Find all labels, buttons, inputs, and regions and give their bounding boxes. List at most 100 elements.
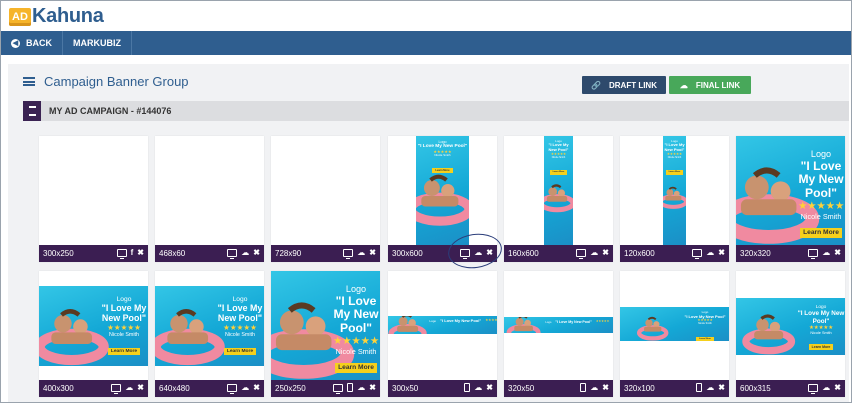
banner-toolbar: 640x480 ☁ ✖ — [155, 380, 264, 397]
monitor-icon[interactable] — [111, 383, 122, 394]
banner-thumbnail[interactable]: Logo"I Love My New Pool"★★★★★Nicole Smit… — [155, 271, 264, 380]
ad-copy: Logo"I Love My New Pool"★★★★★Nicole Smit… — [545, 319, 613, 325]
ad-cta[interactable]: Learn More — [107, 347, 141, 356]
phone-icon[interactable] — [464, 383, 471, 392]
monitor-icon[interactable] — [116, 248, 127, 259]
monitor-icon[interactable] — [460, 248, 471, 259]
monitor-icon[interactable] — [227, 248, 238, 259]
close-icon[interactable]: ✖ — [834, 383, 841, 392]
ad-creative-preview[interactable]: Logo"I Love My New Pool"★★★★★Nicole Smit… — [504, 317, 613, 333]
close-icon[interactable]: ✖ — [602, 383, 609, 392]
close-icon[interactable]: ✖ — [602, 248, 609, 257]
cloud-download-icon[interactable]: ☁ — [822, 248, 830, 257]
ad-cta[interactable]: Learn More — [335, 363, 377, 374]
markubiz-link[interactable]: MARKUBIZ — [63, 31, 132, 55]
banner-thumbnail[interactable]: Logo"I Love My New Pool"★★★★★Nicole Smit… — [620, 136, 729, 245]
ad-creative-preview[interactable]: Logo"I Love My New Pool"★★★★★Nicole Smit… — [620, 307, 729, 341]
ad-creative-preview[interactable]: Logo"I Love My New Pool"★★★★★Nicole Smit… — [155, 286, 264, 366]
banner-thumbnail[interactable] — [155, 136, 264, 245]
cloud-download-icon[interactable]: ☁ — [590, 248, 598, 257]
cloud-download-icon[interactable]: ☁ — [822, 383, 830, 392]
close-icon[interactable]: ✖ — [369, 248, 376, 257]
close-icon[interactable]: ✖ — [834, 248, 841, 257]
ad-creative-preview[interactable]: Logo"I Love My New Pool"★★★★★Nicole Smit… — [39, 286, 148, 366]
close-icon[interactable]: ✖ — [253, 248, 260, 257]
banner-actions: ☁ ✖ — [692, 248, 725, 259]
cloud-download-icon[interactable]: ☁ — [474, 383, 482, 392]
ad-creative-preview[interactable]: Logo"I Love My New Pool"★★★★★Nicole Smit… — [271, 271, 380, 380]
banner-thumbnail[interactable]: Logo"I Love My New Pool"★★★★★Nicole Smit… — [504, 271, 613, 380]
back-button[interactable]: ◀ BACK — [1, 31, 63, 55]
ad-cta[interactable]: Learn More — [223, 347, 257, 356]
ad-attribution: Nicole Smith — [225, 332, 255, 339]
cloud-download-icon[interactable]: ☁ — [706, 248, 714, 257]
draft-link-button[interactable]: 🔗 DRAFT LINK — [582, 76, 666, 94]
ad-creative-preview[interactable]: Logo"I Love My New Pool"★★★★★Nicole Smit… — [388, 316, 497, 334]
cloud-download-icon[interactable]: ☁ — [706, 383, 714, 392]
monitor-icon[interactable] — [227, 383, 238, 394]
ad-logo: Logo — [545, 320, 552, 324]
ad-copy: Logo"I Love My New Pool"★★★★★Nicole Smit… — [429, 318, 497, 325]
phone-icon[interactable] — [580, 383, 587, 392]
facebook-icon[interactable]: f — [131, 248, 134, 257]
ad-creative-preview[interactable]: Logo"I Love My New Pool"★★★★★Nicole Smit… — [416, 136, 469, 245]
close-icon[interactable]: ✖ — [137, 248, 144, 257]
close-icon[interactable]: ✖ — [369, 383, 376, 392]
banner-thumbnail[interactable]: Logo"I Love My New Pool"★★★★★Nicole Smit… — [736, 136, 845, 245]
banner-thumbnail[interactable]: Logo"I Love My New Pool"★★★★★Nicole Smit… — [39, 271, 148, 380]
banner-thumbnail[interactable]: Logo"I Love My New Pool"★★★★★Nicole Smit… — [620, 271, 729, 380]
close-icon[interactable]: ✖ — [253, 383, 260, 392]
phone-icon[interactable] — [696, 383, 703, 392]
banner-actions: ☁ ✖ — [460, 248, 493, 259]
cloud-download-icon[interactable]: ☁ — [125, 383, 133, 392]
ad-creative-preview[interactable]: Logo"I Love My New Pool"★★★★★Nicole Smit… — [544, 136, 573, 245]
banner-thumbnail[interactable]: Logo"I Love My New Pool"★★★★★Nicole Smit… — [388, 271, 497, 380]
menu-icon[interactable] — [23, 101, 41, 121]
ad-cta[interactable]: Learn More — [665, 170, 684, 175]
banner-toolbar: 250x250 ☁ ✖ — [271, 380, 380, 397]
monitor-icon[interactable] — [808, 248, 819, 259]
ad-logo: Logo — [116, 295, 132, 303]
close-icon[interactable]: ✖ — [486, 248, 493, 257]
banner-actions: ☁ ✖ — [111, 383, 144, 394]
ad-cta[interactable]: Learn More — [432, 167, 453, 173]
ad-attribution: Nicole Smith — [335, 347, 377, 357]
cloud-download-icon[interactable]: ☁ — [590, 383, 598, 392]
banner-thumbnail[interactable]: Logo"I Love My New Pool"★★★★★Nicole Smit… — [271, 271, 380, 380]
cloud-download-icon[interactable]: ☁ — [357, 248, 365, 257]
phone-icon[interactable] — [347, 383, 354, 392]
ad-cta[interactable]: Learn More — [549, 170, 568, 175]
ad-creative-preview[interactable]: Logo"I Love My New Pool"★★★★★Nicole Smit… — [736, 136, 845, 245]
cloud-download-icon[interactable]: ☁ — [241, 248, 249, 257]
ad-logo: Logo — [810, 149, 832, 160]
cloud-download-icon[interactable]: ☁ — [357, 383, 365, 392]
cloud-download-icon[interactable]: ☁ — [474, 248, 482, 257]
banner-thumbnail[interactable] — [271, 136, 380, 245]
banner-thumbnail[interactable]: Logo"I Love My New Pool"★★★★★Nicole Smit… — [388, 136, 497, 245]
banner-size-label: 250x250 — [275, 384, 306, 393]
banner-thumbnail[interactable]: Logo"I Love My New Pool"★★★★★Nicole Smit… — [504, 136, 613, 245]
banner-card: 728x90 ☁ ✖ — [271, 136, 380, 262]
ad-cta[interactable]: Learn More — [800, 228, 842, 239]
close-icon[interactable]: ✖ — [718, 248, 725, 257]
ad-attribution: Nicole Smith — [109, 332, 139, 339]
monitor-icon[interactable] — [808, 383, 819, 394]
monitor-icon[interactable] — [576, 248, 587, 259]
final-link-button[interactable]: ☁ FINAL LINK — [669, 76, 751, 94]
ad-creative-preview[interactable]: Logo"I Love My New Pool"★★★★★Nicole Smit… — [736, 298, 845, 355]
cloud-download-icon[interactable]: ☁ — [241, 383, 249, 392]
banner-thumbnail[interactable]: Logo"I Love My New Pool"★★★★★Nicole Smit… — [736, 271, 845, 380]
app-logo[interactable]: AD Kahuna — [9, 5, 104, 28]
close-icon[interactable]: ✖ — [137, 383, 144, 392]
ad-creative-preview[interactable]: Logo"I Love My New Pool"★★★★★Nicole Smit… — [663, 136, 686, 245]
ad-headline: "I Love My New Pool" — [101, 303, 147, 324]
banner-size-label: 320x320 — [740, 249, 771, 258]
monitor-icon[interactable] — [333, 383, 344, 394]
ad-cta[interactable]: Learn More — [808, 344, 834, 351]
ad-cta[interactable]: Learn More — [696, 336, 714, 341]
banner-thumbnail[interactable] — [39, 136, 148, 245]
monitor-icon[interactable] — [343, 248, 354, 259]
monitor-icon[interactable] — [692, 248, 703, 259]
close-icon[interactable]: ✖ — [486, 383, 493, 392]
close-icon[interactable]: ✖ — [718, 383, 725, 392]
